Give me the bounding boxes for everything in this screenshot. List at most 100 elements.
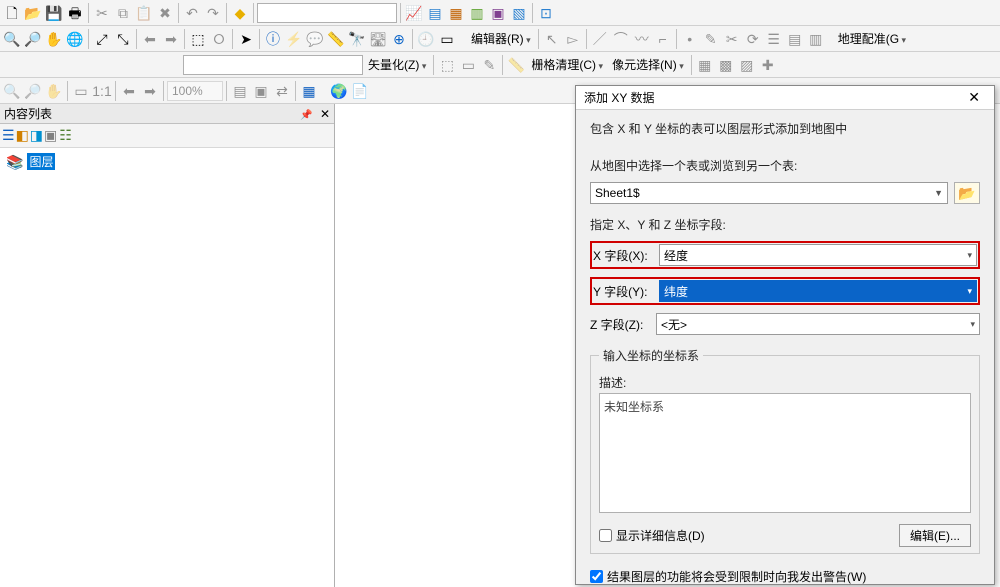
list-by-selection-icon[interactable]: ▣	[44, 128, 57, 143]
find-icon[interactable]: 🔭	[347, 29, 367, 49]
vectorize-menu[interactable]: 矢量化(Z)	[364, 56, 430, 73]
forward-extent-icon: ➡	[161, 29, 181, 49]
warn-checkbox[interactable]: 结果图层的功能将会受到限制时向我发出警告(W)	[590, 568, 980, 584]
edit-tool-arrow-icon: ↖	[542, 29, 562, 49]
browse-table-button[interactable]: 📂	[954, 182, 980, 204]
pan-icon[interactable]: ✋	[44, 29, 64, 49]
zoom-whole-page-icon: ▭	[71, 81, 91, 101]
create-viewer-icon[interactable]: ▭	[437, 29, 457, 49]
x-field-combo[interactable]: 经度 ▾	[659, 244, 977, 266]
chevron-down-icon: ▾	[967, 250, 972, 261]
close-panel-icon[interactable]: ✕	[320, 107, 330, 121]
raster-line-width-icon: 📏	[506, 55, 526, 75]
scale-combo[interactable]	[257, 3, 397, 23]
separator	[226, 3, 227, 23]
show-details-checkbox[interactable]: 显示详细信息(D)	[599, 527, 705, 544]
warn-checkbox-input[interactable]	[590, 570, 603, 583]
separator	[538, 29, 539, 49]
edit-crs-button[interactable]: 编辑(E)...	[899, 524, 971, 547]
separator	[400, 3, 401, 23]
separator	[433, 55, 434, 75]
select-features-icon[interactable]: ⬚	[188, 29, 208, 49]
crs-description-box[interactable]: 未知坐标系	[599, 393, 971, 513]
arc-segment-icon: ⌒	[611, 29, 631, 49]
python-window-icon[interactable]: ▣	[488, 3, 508, 23]
toc-header: 内容列表 📌 ✕	[0, 104, 334, 124]
cut-icon: ✂	[92, 3, 112, 23]
chevron-down-icon: ▾	[970, 319, 975, 330]
fixed-zoom-out-icon[interactable]: ⤡	[113, 29, 133, 49]
print-icon[interactable]: 🖶	[65, 3, 85, 23]
identify-icon[interactable]: ⓘ	[263, 29, 283, 49]
measure-icon[interactable]: 📏	[326, 29, 346, 49]
rotate-icon: ⟳	[743, 29, 763, 49]
data-driven-pages-icon[interactable]: ▦	[299, 81, 319, 101]
layout-zoom-percent	[167, 81, 223, 101]
cell-selection-menu[interactable]: 像元选择(N)	[608, 56, 688, 73]
data-view-icon[interactable]: 🌍	[329, 81, 349, 101]
chevron-down-icon: ▼	[934, 188, 943, 198]
table-combo-value: Sheet1$	[595, 186, 640, 200]
go-forward-extent-icon: ➡	[140, 81, 160, 101]
toc-options-icon[interactable]: ☷	[59, 128, 72, 143]
right-angle-icon: ⌐	[653, 29, 673, 49]
table-combo[interactable]: Sheet1$ ▼	[590, 182, 948, 204]
select-elements-arrow-icon[interactable]: ➤	[236, 29, 256, 49]
y-field-value: 纬度	[664, 283, 688, 300]
zoom-100-percent-icon: 1:1	[92, 81, 112, 101]
z-field-combo[interactable]: <无> ▾	[656, 313, 980, 335]
catalog-window-icon[interactable]: ▤	[425, 3, 445, 23]
full-extent-icon[interactable]: 🌐	[65, 29, 85, 49]
y-field-combo[interactable]: 纬度 ▾	[659, 280, 977, 302]
new-icon[interactable]: 🗋	[2, 3, 22, 23]
zoom-in-icon[interactable]: 🔍	[2, 29, 22, 49]
close-icon[interactable]: ✕	[962, 89, 986, 106]
editor-toolbar-icon[interactable]: 📈	[404, 3, 424, 23]
snapping-icon[interactable]: ⊡	[536, 3, 556, 23]
separator	[295, 81, 296, 101]
go-to-xy-icon[interactable]: ⊕	[389, 29, 409, 49]
toc-tree[interactable]: 📚 图层	[0, 148, 334, 587]
go-back-extent-icon: ⬅	[119, 81, 139, 101]
modelbuilder-icon[interactable]: ▧	[509, 3, 529, 23]
y-field-label: Y 字段(Y):	[593, 283, 653, 300]
list-by-visibility-icon[interactable]: ◨	[30, 128, 43, 143]
find-connected-cell-area-icon: ▩	[716, 55, 736, 75]
editor-menu[interactable]: 编辑器(R)	[467, 30, 535, 47]
tree-root-label: 图层	[27, 153, 55, 170]
dialog-titlebar[interactable]: 添加 XY 数据 ✕	[576, 86, 994, 110]
y-field-row: Y 字段(Y): 纬度 ▾	[590, 277, 980, 305]
toolbar-tools: 🔍 🔎 ✋ 🌐 ⤢ ⤡ ⬅ ➡ ⬚ ⭘ ➤ ⓘ ⚡ 💬 📏 🔭 🛣 ⊕ 🕘 ▭ …	[0, 26, 1000, 52]
separator	[502, 55, 503, 75]
select-connected-cells-icon: ▦	[695, 55, 715, 75]
search-window-icon[interactable]: ▦	[446, 3, 466, 23]
coordinate-system-group: 输入坐标的坐标系 描述: 未知坐标系 显示详细信息(D) 编辑(E)...	[590, 347, 980, 554]
save-icon[interactable]: 💾	[44, 3, 64, 23]
show-details-checkbox-input[interactable]	[599, 529, 612, 542]
time-slider-icon: 🕘	[416, 29, 436, 49]
warn-label: 结果图层的功能将会受到限制时向我发出警告(W)	[607, 568, 866, 584]
fixed-zoom-in-icon[interactable]: ⤢	[92, 29, 112, 49]
crs-desc-label: 描述:	[599, 374, 971, 391]
open-icon[interactable]: 📂	[23, 3, 43, 23]
generate-features-icon: ⬚	[437, 55, 457, 75]
raster-cleanup-menu[interactable]: 栅格清理(C)	[527, 56, 607, 73]
vectorization-trace-icon: ▭	[458, 55, 478, 75]
fields-section-label: 指定 X、Y 和 Z 坐标字段:	[590, 216, 980, 233]
separator	[67, 81, 68, 101]
tree-root-layers[interactable]: 📚 图层	[4, 152, 330, 171]
attributes-icon: ☰	[764, 29, 784, 49]
zoom-out-icon[interactable]: 🔎	[23, 29, 43, 49]
layout-view-icon[interactable]: 📄	[350, 81, 370, 101]
list-by-source-icon[interactable]: ◧	[16, 128, 29, 143]
georeferencing-menu[interactable]: 地理配准(G	[834, 30, 910, 47]
pin-icon[interactable]: 📌	[300, 110, 312, 121]
list-by-drawing-order-icon[interactable]: ☰	[2, 128, 15, 143]
arcscan-layer-combo[interactable]	[183, 55, 363, 75]
focus-data-frame-icon: ▣	[251, 81, 271, 101]
add-data-icon[interactable]: ◆	[230, 3, 250, 23]
vectorization-settings-icon: ✎	[479, 55, 499, 75]
split-icon: ✂	[722, 29, 742, 49]
arc-toolbox-icon[interactable]: ▥	[467, 3, 487, 23]
separator	[115, 81, 116, 101]
